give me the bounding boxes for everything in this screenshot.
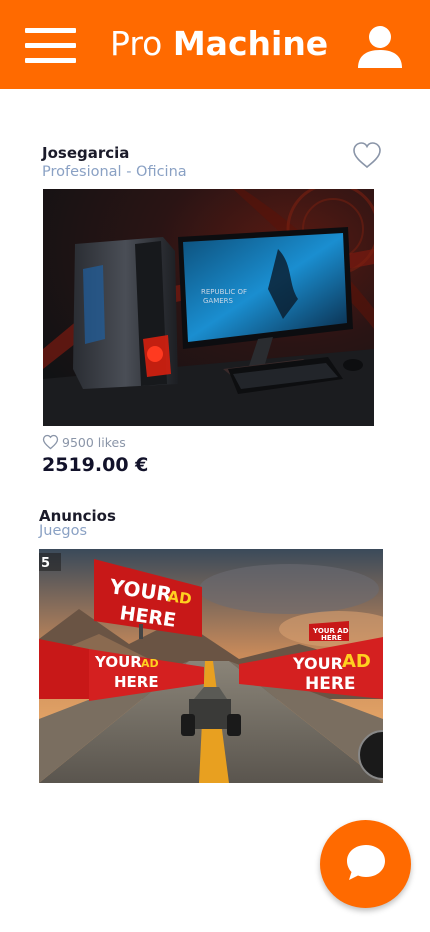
menu-button[interactable]	[25, 28, 76, 64]
top-app-bar: Pro Machine	[0, 0, 430, 89]
app-title-light: Pro	[110, 24, 173, 63]
post-category[interactable]: Profesional - Oficina	[42, 164, 187, 180]
svg-text:AD: AD	[166, 587, 192, 608]
svg-text:AD: AD	[141, 657, 159, 670]
heart-outline-icon	[353, 142, 381, 169]
profile-button[interactable]	[356, 24, 404, 70]
svg-text:AD: AD	[342, 651, 371, 672]
svg-text:HERE: HERE	[114, 673, 159, 691]
chat-bubble-icon	[347, 845, 385, 880]
hamburger-menu-icon	[25, 28, 76, 33]
app-screen: Pro Machine Josegarcia Profesional - Ofi…	[0, 0, 430, 932]
svg-text:REPUBLIC OF: REPUBLIC OF	[201, 288, 247, 296]
svg-text:HERE: HERE	[321, 634, 342, 642]
post-category[interactable]: Juegos	[39, 523, 87, 539]
post-author[interactable]: Josegarcia	[42, 144, 129, 162]
post-image[interactable]: REPUBLIC OF GAMERS	[43, 189, 374, 426]
svg-text:YOUR: YOUR	[94, 653, 142, 671]
chat-button[interactable]	[320, 820, 411, 908]
post-image[interactable]: YOUR AD HERE YOUR AD HERE YOUR AD HERE Y…	[39, 549, 383, 783]
favorite-button[interactable]	[352, 141, 382, 169]
post-price: 2519.00 €	[42, 454, 149, 476]
app-title: Pro Machine	[110, 22, 328, 66]
svg-text:GAMERS: GAMERS	[203, 297, 234, 305]
gaming-pc-photo: REPUBLIC OF GAMERS	[43, 189, 374, 426]
app-title-bold: Machine	[172, 24, 329, 63]
racing-game-ad-image: YOUR AD HERE YOUR AD HERE YOUR AD HERE Y…	[39, 549, 383, 783]
hud-counter: 5	[41, 556, 50, 571]
svg-text:YOUR: YOUR	[292, 654, 343, 673]
likes-row[interactable]: 9500 likes	[42, 433, 126, 451]
svg-text:HERE: HERE	[305, 674, 356, 694]
likes-count: 9500 likes	[62, 434, 126, 450]
user-icon	[358, 26, 402, 68]
heart-small-icon	[42, 434, 59, 450]
